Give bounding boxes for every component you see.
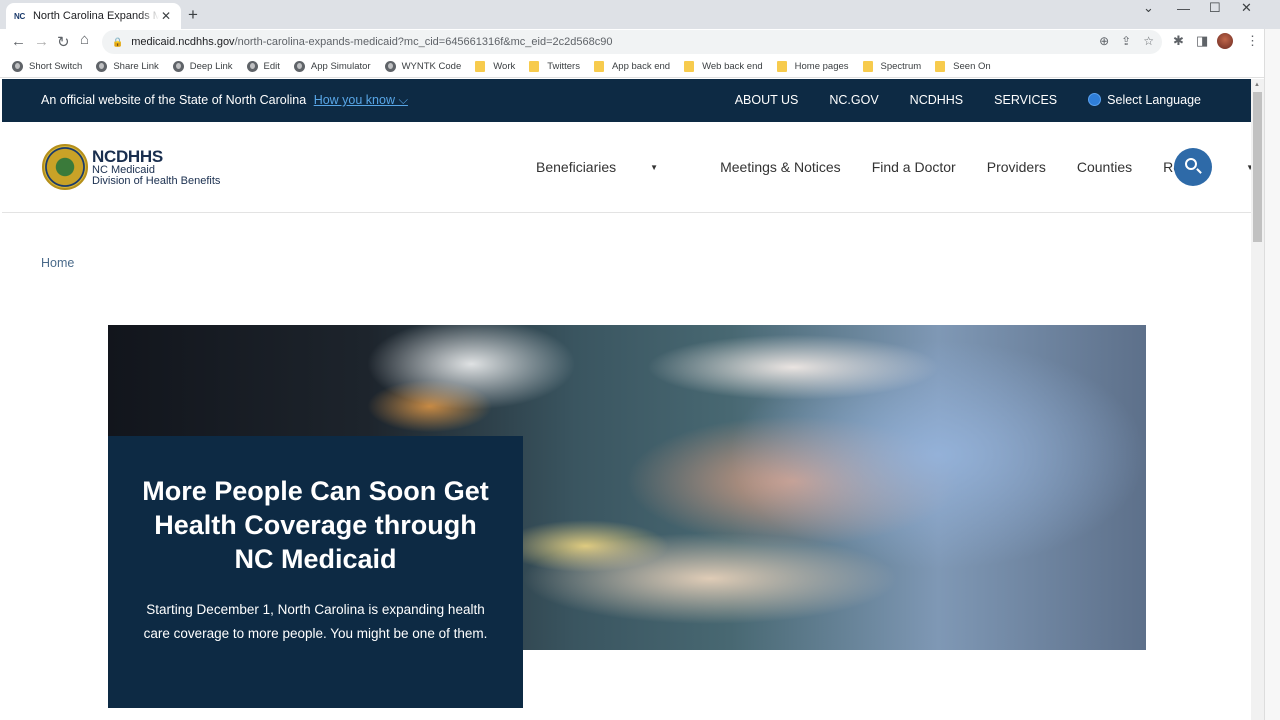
official-site-banner: An official website of the State of Nort…	[2, 79, 1251, 122]
page-scrollbar[interactable]: ▲	[1251, 79, 1264, 720]
bookmark-short-switch[interactable]: Short Switch	[12, 60, 82, 72]
utility-link-about-us[interactable]: ABOUT US	[735, 93, 799, 107]
bookmark-wyntk-code[interactable]: WYNTK Code	[384, 60, 461, 72]
tab-search-chevron-icon[interactable]: ⌄	[1143, 0, 1154, 15]
utility-link-services[interactable]: SERVICES	[994, 93, 1057, 107]
browser-tab[interactable]: NC North Carolina Expands Medicaid ✕	[6, 3, 181, 29]
browser-tab-bar: NC North Carolina Expands Medicaid ✕ + ⌄…	[0, 0, 1280, 29]
hero-card: More People Can Soon Get Health Coverage…	[108, 436, 523, 708]
brand-logo-text[interactable]: NCDHHS NC Medicaid Division of Health Be…	[92, 148, 220, 187]
folder-icon	[935, 60, 946, 72]
folder-icon	[593, 60, 604, 72]
utility-link-nc-gov[interactable]: NC.GOV	[829, 93, 878, 107]
minimize-button[interactable]: —	[1177, 1, 1190, 16]
share-icon[interactable]: ⇪	[1121, 34, 1131, 48]
site-header: NCDHHS NC Medicaid Division of Health Be…	[2, 122, 1251, 213]
tab-close-icon[interactable]: ✕	[159, 9, 173, 23]
web-page: An official website of the State of Nort…	[2, 79, 1251, 720]
globe-icon	[246, 60, 258, 72]
select-language-button[interactable]: Select Language	[1088, 93, 1201, 107]
official-site-text: An official website of the State of Nort…	[41, 93, 307, 107]
how-you-know-link[interactable]: How you know ⌵	[314, 93, 408, 107]
globe-icon	[293, 60, 305, 72]
bookmark-edit[interactable]: Edit	[246, 60, 280, 72]
bookmark-folder-app-back-end[interactable]: App back end	[593, 60, 670, 72]
globe-icon	[172, 60, 184, 72]
folder-icon	[684, 60, 695, 72]
folder-icon	[475, 60, 486, 72]
bookmark-folder-home-pages[interactable]: Home pages	[776, 60, 849, 72]
tab-title: North Carolina Expands Medicaid	[32, 10, 159, 22]
globe-icon	[384, 60, 396, 72]
star-icon[interactable]: ☆	[1143, 34, 1154, 48]
nav-beneficiaries[interactable]: Beneficiaries ▼	[536, 159, 689, 175]
new-tab-button[interactable]: +	[188, 5, 198, 25]
globe-icon	[12, 60, 23, 72]
side-panel-icon[interactable]: ◨	[1196, 33, 1208, 49]
maximize-button[interactable]: ☐	[1209, 0, 1221, 15]
nav-counties[interactable]: Counties	[1077, 159, 1132, 175]
globe-icon	[1088, 93, 1102, 106]
brand-subtitle-2: Division of Health Benefits	[92, 175, 221, 187]
zoom-icon[interactable]: ⊕	[1099, 34, 1109, 48]
folder-icon	[776, 60, 787, 72]
bookmark-app-simulator[interactable]: App Simulator	[293, 60, 371, 72]
folder-icon	[529, 60, 540, 72]
brand-title: NCDHHS	[92, 147, 163, 166]
reload-button[interactable]: ↻	[57, 33, 70, 51]
url-path: /north-carolina-expands-medicaid?mc_cid=…	[234, 36, 613, 48]
folder-icon	[862, 60, 873, 72]
nc-favicon-icon: NC	[14, 11, 25, 21]
close-window-button[interactable]: ✕	[1241, 0, 1252, 15]
main-nav: Beneficiaries ▼ Meetings & Notices Find a…	[536, 159, 1251, 175]
lock-icon: 🔒	[112, 36, 124, 47]
menu-icon[interactable]: ⋮	[1246, 33, 1259, 49]
breadcrumb-home[interactable]: Home	[41, 256, 74, 270]
forward-button[interactable]: →	[34, 33, 49, 50]
url-domain: medicaid.ncdhhs.gov	[131, 36, 235, 48]
bookmarks-bar: Short Switch Share Link Deep Link Edit A…	[0, 55, 1264, 78]
search-icon	[1185, 158, 1197, 170]
back-button[interactable]: ←	[11, 33, 26, 50]
caret-down-icon: ▼	[650, 163, 659, 172]
scroll-up-arrow-icon[interactable]: ▲	[1254, 82, 1260, 88]
scrollbar-thumb[interactable]	[1253, 92, 1262, 242]
search-button[interactable]	[1174, 148, 1212, 186]
home-button[interactable]: ⌂	[80, 31, 89, 48]
utility-nav: ABOUT US NC.GOV NCDHHS SERVICES Select L…	[735, 93, 1201, 107]
nav-meetings-notices[interactable]: Meetings & Notices	[720, 159, 841, 175]
globe-icon	[96, 60, 108, 72]
browser-toolbar: ← → ↻ ⌂ 🔒 medicaid.ncdhhs.gov /north-car…	[0, 29, 1264, 55]
profile-avatar[interactable]	[1217, 33, 1233, 49]
bookmark-folder-work[interactable]: Work	[475, 60, 515, 72]
bookmark-folder-twitters[interactable]: Twitters	[529, 60, 580, 72]
hero-title: More People Can Soon Get Health Coverage…	[142, 476, 489, 574]
side-window-edge	[1264, 29, 1280, 720]
extensions-icon[interactable]: ✱	[1173, 33, 1184, 49]
address-bar[interactable]: 🔒 medicaid.ncdhhs.gov /north-carolina-ex…	[102, 30, 1162, 54]
hero-body: Starting December 1, North Carolina is e…	[143, 602, 488, 641]
bookmark-deep-link[interactable]: Deep Link	[172, 60, 233, 72]
utility-link-ncdhhs[interactable]: NCDHHS	[910, 93, 963, 107]
bookmark-folder-web-back-end[interactable]: Web back end	[684, 60, 763, 72]
nav-providers[interactable]: Providers	[987, 159, 1046, 175]
bookmark-folder-seen-on[interactable]: Seen On	[935, 60, 991, 72]
nav-find-a-doctor[interactable]: Find a Doctor	[872, 159, 956, 175]
bookmark-share-link[interactable]: Share Link	[96, 60, 159, 72]
nc-state-seal-logo[interactable]	[42, 144, 88, 190]
bookmark-folder-spectrum[interactable]: Spectrum	[862, 60, 921, 72]
